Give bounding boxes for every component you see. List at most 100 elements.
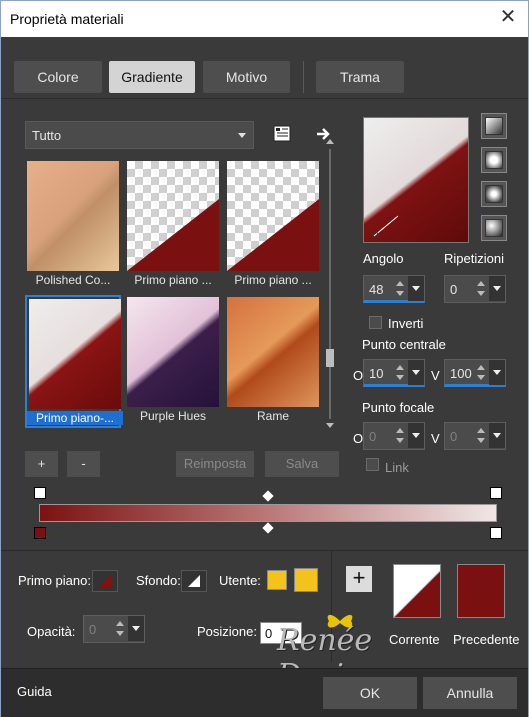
previous-label: Precedente [453, 632, 520, 647]
tab-separator [303, 61, 304, 93]
sunburst-style-icon[interactable] [481, 181, 507, 207]
scroll-track [329, 149, 331, 419]
scroll-thumb[interactable] [326, 349, 334, 367]
spin-arrows-icon[interactable] [475, 362, 487, 384]
preset-foreground-3[interactable]: Primo piano-... [25, 295, 123, 428]
preset-swatch [29, 299, 121, 409]
center-h-value: 10 [369, 366, 384, 381]
repeat-value: 0 [450, 282, 458, 297]
tab-gradiente[interactable]: Gradiente [109, 61, 195, 93]
library-icon[interactable] [271, 123, 293, 145]
repeat-spinner[interactable]: 0 [444, 275, 506, 303]
center-point-label: Punto centrale [362, 337, 446, 352]
foreground-swatch[interactable] [92, 570, 118, 592]
rectangular-style-icon[interactable] [481, 147, 507, 173]
invert-label: Inverti [388, 316, 424, 331]
ok-button[interactable]: OK [323, 677, 417, 709]
background-swatch[interactable] [181, 570, 207, 592]
chevron-down-icon [238, 133, 246, 138]
center-v-label: V [431, 368, 440, 383]
dropdown-icon[interactable] [489, 360, 505, 385]
preset-foreground-1[interactable]: Primo piano ... [125, 159, 221, 292]
section-divider [1, 550, 528, 551]
radial-style-icon[interactable] [481, 215, 507, 241]
repeat-label: Ripetizioni [444, 251, 504, 266]
current-swatch[interactable] [393, 564, 441, 618]
color-stop-right[interactable] [490, 527, 502, 539]
dropdown-icon[interactable] [489, 423, 505, 448]
top-midpoint-diamond[interactable] [262, 490, 274, 502]
add-preset-button[interactable]: + [25, 451, 58, 477]
scroll-up-icon[interactable] [326, 139, 334, 144]
spin-arrows-icon[interactable] [475, 425, 487, 447]
center-h-spinner[interactable]: 10 [363, 359, 425, 387]
window-title: Proprietà materiali [10, 11, 124, 27]
focal-v-spinner[interactable]: 0 [444, 422, 506, 450]
user-swatch-2[interactable] [294, 568, 318, 592]
tab-bar: Colore Gradiente Motivo Trama [1, 37, 528, 99]
preset-grid: Polished Co... Primo piano ... Primo pia… [25, 159, 323, 431]
spin-arrows-icon[interactable] [114, 618, 126, 640]
save-button[interactable]: Salva [265, 451, 339, 477]
category-dropdown[interactable]: Tutto [25, 121, 254, 149]
preset-label: Rame [256, 409, 289, 423]
dialog-body: Colore Gradiente Motivo Trama Tutto Poli… [1, 37, 528, 717]
invert-checkbox[interactable] [369, 316, 382, 329]
preset-scrollbar[interactable] [323, 137, 337, 431]
foreground-label: Primo piano: [18, 573, 91, 588]
angle-value: 48 [369, 282, 384, 297]
gradient-preview[interactable] [363, 117, 469, 243]
background-label: Sfondo: [136, 573, 181, 588]
opacity-spinner[interactable]: 0 [83, 615, 145, 643]
preset-swatch [227, 297, 319, 407]
top-left-marker-icon[interactable] [34, 487, 46, 499]
tab-trama[interactable]: Trama [316, 61, 404, 93]
remove-preset-button[interactable]: - [67, 451, 100, 477]
spin-arrows-icon[interactable] [394, 278, 406, 300]
user-swatch-1[interactable] [267, 570, 287, 590]
cancel-button[interactable]: Annulla [423, 677, 517, 709]
dropdown-icon[interactable] [408, 276, 424, 301]
dropdown-icon[interactable] [128, 616, 144, 641]
focal-h-spinner[interactable]: 0 [363, 422, 425, 450]
title-bar: Proprietà materiali ✕ [1, 1, 528, 37]
opacity-value: 0 [89, 622, 97, 637]
angle-spinner[interactable]: 48 [363, 275, 425, 303]
spin-arrows-icon[interactable] [394, 362, 406, 384]
gradient-editor-bar[interactable] [39, 504, 497, 522]
category-value: Tutto [32, 128, 62, 143]
add-swatch-button[interactable]: + [346, 566, 372, 592]
user-label: Utente: [219, 573, 261, 588]
help-link[interactable]: Guida [17, 684, 52, 699]
tab-motivo[interactable]: Motivo [203, 61, 290, 93]
center-v-spinner[interactable]: 100 [444, 359, 506, 387]
preset-label: Purple Hues [139, 409, 207, 423]
scroll-down-icon[interactable] [326, 423, 334, 428]
close-icon[interactable]: ✕ [498, 7, 518, 27]
center-h-label: O [353, 368, 364, 383]
color-stop-left[interactable] [34, 527, 46, 539]
dropdown-icon[interactable] [408, 360, 424, 385]
focal-v-label: V [431, 431, 440, 446]
focal-point-label: Punto focale [362, 400, 435, 415]
spin-arrows-icon[interactable] [394, 425, 406, 447]
dropdown-icon[interactable] [489, 276, 505, 301]
top-right-marker-icon[interactable] [490, 487, 502, 499]
tab-colore[interactable]: Colore [14, 61, 102, 93]
preset-foreground-2[interactable]: Primo piano ... [225, 159, 321, 292]
spin-arrows-icon[interactable] [475, 278, 487, 300]
preset-rame[interactable]: Rame [225, 295, 321, 428]
dropdown-icon[interactable] [408, 423, 424, 448]
reset-button[interactable]: Reimposta [176, 451, 254, 477]
material-properties-window: Proprietà materiali ✕ Colore Gradiente M… [0, 0, 529, 717]
bottom-midpoint-diamond[interactable] [262, 522, 274, 534]
focal-h-value: 0 [369, 429, 377, 444]
link-checkbox[interactable] [366, 458, 379, 471]
previous-swatch[interactable] [457, 564, 505, 618]
preset-polished-copper[interactable]: Polished Co... [25, 159, 121, 292]
linear-style-icon[interactable] [481, 113, 507, 139]
preset-purple-hues[interactable]: Purple Hues [125, 295, 221, 428]
link-label: Link [385, 460, 409, 475]
focal-v-value: 0 [450, 429, 458, 444]
dialog-footer: Guida OK Annulla [1, 668, 528, 717]
